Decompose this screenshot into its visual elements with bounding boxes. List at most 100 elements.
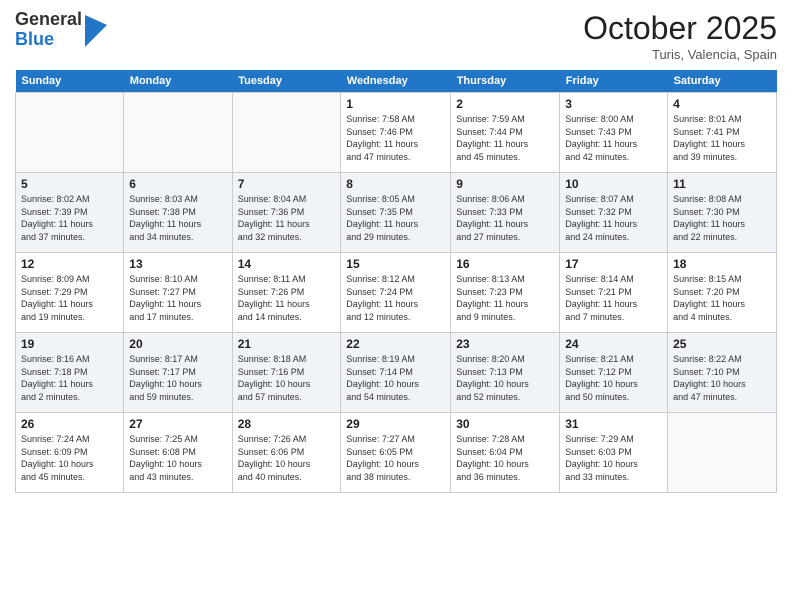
logo-icon [85,15,105,45]
calendar-cell [16,93,124,173]
calendar-week-5: 26 Sunrise: 7:24 AMSunset: 6:09 PMDayligh… [16,413,777,493]
calendar-cell: 24 Sunrise: 8:21 AMSunset: 7:12 PMDayligh… [560,333,668,413]
day-number: 2 [456,97,554,111]
calendar-cell: 14 Sunrise: 8:11 AMSunset: 7:26 PMDayligh… [232,253,341,333]
day-info: Sunrise: 7:29 AMSunset: 6:03 PMDaylight:… [565,433,662,483]
calendar-cell: 2Sunrise: 7:59 AMSunset: 7:44 PMDaylight… [451,93,560,173]
day-number: 20 [129,337,226,351]
day-number: 3 [565,97,662,111]
calendar-cell: 23 Sunrise: 8:20 AMSunset: 7:13 PMDayligh… [451,333,560,413]
day-header-wednesday: Wednesday [341,70,451,93]
calendar-cell: 27Sunrise: 7:25 AMSunset: 6:08 PMDayligh… [124,413,232,493]
location: Turis, Valencia, Spain [583,47,777,62]
calendar-cell: 5 Sunrise: 8:02 AMSunset: 7:39 PMDaylight… [16,173,124,253]
calendar-cell: 11Sunrise: 8:08 AMSunset: 7:30 PMDayligh… [668,173,777,253]
calendar-cell: 19 Sunrise: 8:16 AMSunset: 7:18 PMDayligh… [16,333,124,413]
calendar-cell: 22Sunrise: 8:19 AMSunset: 7:14 PMDayligh… [341,333,451,413]
day-number: 14 [238,257,336,271]
day-number: 19 [21,337,118,351]
calendar-cell: 6Sunrise: 8:03 AMSunset: 7:38 PMDaylight… [124,173,232,253]
day-info: Sunrise: 8:01 AMSunset: 7:41 PMDaylight:… [673,113,771,163]
day-info: Sunrise: 8:10 AMSunset: 7:27 PMDaylight:… [129,273,226,323]
calendar-cell: 12Sunrise: 8:09 AMSunset: 7:29 PMDayligh… [16,253,124,333]
day-number: 24 [565,337,662,351]
day-info: Sunrise: 7:27 AMSunset: 6:05 PMDaylight:… [346,433,445,483]
day-info: Sunrise: 8:14 AMSunset: 7:21 PMDaylight:… [565,273,662,323]
calendar-cell: 18 Sunrise: 8:15 AMSunset: 7:20 PMDayligh… [668,253,777,333]
month-title: October 2025 [583,10,777,47]
day-info: Sunrise: 8:15 AMSunset: 7:20 PMDaylight:… [673,273,771,323]
day-number: 1 [346,97,445,111]
day-header-tuesday: Tuesday [232,70,341,93]
day-info: Sunrise: 8:17 AMSunset: 7:17 PMDaylight:… [129,353,226,403]
day-number: 30 [456,417,554,431]
day-info: Sunrise: 8:16 AMSunset: 7:18 PMDaylight:… [21,353,118,403]
day-number: 18 [673,257,771,271]
calendar-cell: 8Sunrise: 8:05 AMSunset: 7:35 PMDaylight… [341,173,451,253]
logo: General Blue [15,10,105,50]
day-info: Sunrise: 8:02 AMSunset: 7:39 PMDaylight:… [21,193,118,243]
calendar-table: SundayMondayTuesdayWednesdayThursdayFrid… [15,70,777,493]
day-info: Sunrise: 8:21 AMSunset: 7:12 PMDaylight:… [565,353,662,403]
day-number: 17 [565,257,662,271]
day-number: 15 [346,257,445,271]
logo-text: General Blue [15,10,82,50]
calendar-cell: 15Sunrise: 8:12 AMSunset: 7:24 PMDayligh… [341,253,451,333]
calendar-cell: 13Sunrise: 8:10 AMSunset: 7:27 PMDayligh… [124,253,232,333]
calendar-cell [124,93,232,173]
calendar-header-row: SundayMondayTuesdayWednesdayThursdayFrid… [16,70,777,93]
day-info: Sunrise: 8:00 AMSunset: 7:43 PMDaylight:… [565,113,662,163]
calendar-cell: 20 Sunrise: 8:17 AMSunset: 7:17 PMDayligh… [124,333,232,413]
day-info: Sunrise: 8:06 AMSunset: 7:33 PMDaylight:… [456,193,554,243]
calendar-cell: 31 Sunrise: 7:29 AMSunset: 6:03 PMDayligh… [560,413,668,493]
day-number: 8 [346,177,445,191]
calendar-cell: 21Sunrise: 8:18 AMSunset: 7:16 PMDayligh… [232,333,341,413]
page-header: General Blue October 2025 Turis, Valenci… [15,10,777,62]
calendar-week-3: 12Sunrise: 8:09 AMSunset: 7:29 PMDayligh… [16,253,777,333]
calendar-cell: 7Sunrise: 8:04 AMSunset: 7:36 PMDaylight… [232,173,341,253]
calendar-week-1: 1Sunrise: 7:58 AMSunset: 7:46 PMDaylight… [16,93,777,173]
logo-blue: Blue [15,30,82,50]
day-info: Sunrise: 7:26 AMSunset: 6:06 PMDaylight:… [238,433,336,483]
day-header-friday: Friday [560,70,668,93]
day-number: 25 [673,337,771,351]
logo-general: General [15,10,82,30]
day-number: 5 [21,177,118,191]
day-number: 29 [346,417,445,431]
day-info: Sunrise: 7:28 AMSunset: 6:04 PMDaylight:… [456,433,554,483]
calendar-cell: 25Sunrise: 8:22 AMSunset: 7:10 PMDayligh… [668,333,777,413]
calendar-cell: 26 Sunrise: 7:24 AMSunset: 6:09 PMDayligh… [16,413,124,493]
day-info: Sunrise: 7:24 AMSunset: 6:09 PMDaylight:… [21,433,118,483]
day-info: Sunrise: 8:09 AMSunset: 7:29 PMDaylight:… [21,273,118,323]
calendar-week-4: 19 Sunrise: 8:16 AMSunset: 7:18 PMDayligh… [16,333,777,413]
calendar-cell: 9 Sunrise: 8:06 AMSunset: 7:33 PMDaylight… [451,173,560,253]
calendar-cell: 30 Sunrise: 7:28 AMSunset: 6:04 PMDayligh… [451,413,560,493]
calendar-cell: 17 Sunrise: 8:14 AMSunset: 7:21 PMDayligh… [560,253,668,333]
day-info: Sunrise: 7:25 AMSunset: 6:08 PMDaylight:… [129,433,226,483]
calendar-cell: 28 Sunrise: 7:26 AMSunset: 6:06 PMDayligh… [232,413,341,493]
day-number: 31 [565,417,662,431]
calendar-cell: 10Sunrise: 8:07 AMSunset: 7:32 PMDayligh… [560,173,668,253]
day-number: 26 [21,417,118,431]
day-header-thursday: Thursday [451,70,560,93]
day-info: Sunrise: 8:11 AMSunset: 7:26 PMDaylight:… [238,273,336,323]
calendar-week-2: 5 Sunrise: 8:02 AMSunset: 7:39 PMDaylight… [16,173,777,253]
day-number: 22 [346,337,445,351]
day-number: 10 [565,177,662,191]
day-header-saturday: Saturday [668,70,777,93]
day-number: 7 [238,177,336,191]
day-number: 16 [456,257,554,271]
day-number: 28 [238,417,336,431]
day-info: Sunrise: 8:13 AMSunset: 7:23 PMDaylight:… [456,273,554,323]
day-number: 9 [456,177,554,191]
calendar-cell [232,93,341,173]
day-info: Sunrise: 8:18 AMSunset: 7:16 PMDaylight:… [238,353,336,403]
day-info: Sunrise: 8:20 AMSunset: 7:13 PMDaylight:… [456,353,554,403]
day-number: 11 [673,177,771,191]
day-number: 6 [129,177,226,191]
day-number: 4 [673,97,771,111]
title-block: October 2025 Turis, Valencia, Spain [583,10,777,62]
day-number: 23 [456,337,554,351]
calendar-cell [668,413,777,493]
day-header-sunday: Sunday [16,70,124,93]
